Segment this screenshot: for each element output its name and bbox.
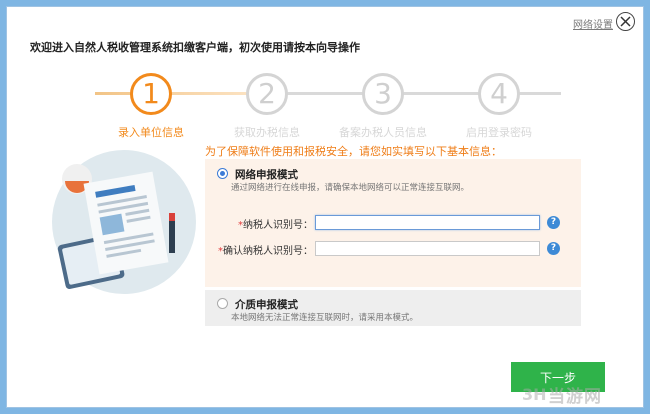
step-2-circle: 2 <box>246 73 288 115</box>
online-mode-desc: 通过网络进行在线申报，请确保本地网络可以正常连接互联网。 <box>231 183 470 193</box>
watermark-text: 当游网 <box>548 387 602 407</box>
wizard-window: 网络设置 欢迎进入自然人税收管理系统扣缴客户端，初次使用请按本向导操作 1 2 … <box>6 6 644 408</box>
network-settings-link[interactable]: 网络设置 <box>573 16 613 31</box>
step-4-circle: 4 <box>478 73 520 115</box>
step-4-label: 启用登录密码 <box>466 126 532 139</box>
form-hint: 为了保障软件使用和报税安全，请您如实填写以下基本信息： <box>205 145 502 158</box>
taxpayer-id-input[interactable] <box>315 215 540 230</box>
confirm-id-label: *确认纳税人识别号： <box>218 246 313 257</box>
step-3-circle: 3 <box>362 73 404 115</box>
watermark: 3H 当游网 <box>522 379 650 409</box>
taxpayer-id-help-icon[interactable]: ? <box>547 216 560 229</box>
close-button[interactable] <box>616 12 635 31</box>
step-1-label: 录入单位信息 <box>118 126 184 139</box>
online-mode-title: 网络申报模式 <box>235 169 298 181</box>
svg-text:3H: 3H <box>522 385 547 404</box>
media-mode-desc: 本地网络无法正常连接互联网时，请采用本模式。 <box>231 313 419 323</box>
step-1-circle: 1 <box>130 73 172 115</box>
confirm-id-input[interactable] <box>315 241 540 256</box>
online-mode-radio[interactable] <box>217 168 228 179</box>
confirm-id-help-icon[interactable]: ? <box>547 242 560 255</box>
media-mode-radio[interactable] <box>217 298 228 309</box>
step-2-label: 获取办税信息 <box>234 126 300 139</box>
media-mode-title: 介质申报模式 <box>235 299 298 311</box>
watermark-logo-icon: 3H <box>522 385 547 404</box>
online-mode-panel[interactable]: 网络申报模式 通过网络进行在线申报，请确保本地网络可以正常连接互联网。 *纳税人… <box>205 159 581 287</box>
close-icon <box>620 16 631 27</box>
step-3-label: 备案办税人员信息 <box>339 126 427 139</box>
taxpayer-id-label: *纳税人识别号： <box>238 220 313 231</box>
media-mode-panel[interactable]: 介质申报模式 本地网络无法正常连接互联网时，请采用本模式。 <box>205 290 581 326</box>
documents-illustration <box>52 150 196 294</box>
welcome-text: 欢迎进入自然人税收管理系统扣缴客户端，初次使用请按本向导操作 <box>30 41 360 54</box>
